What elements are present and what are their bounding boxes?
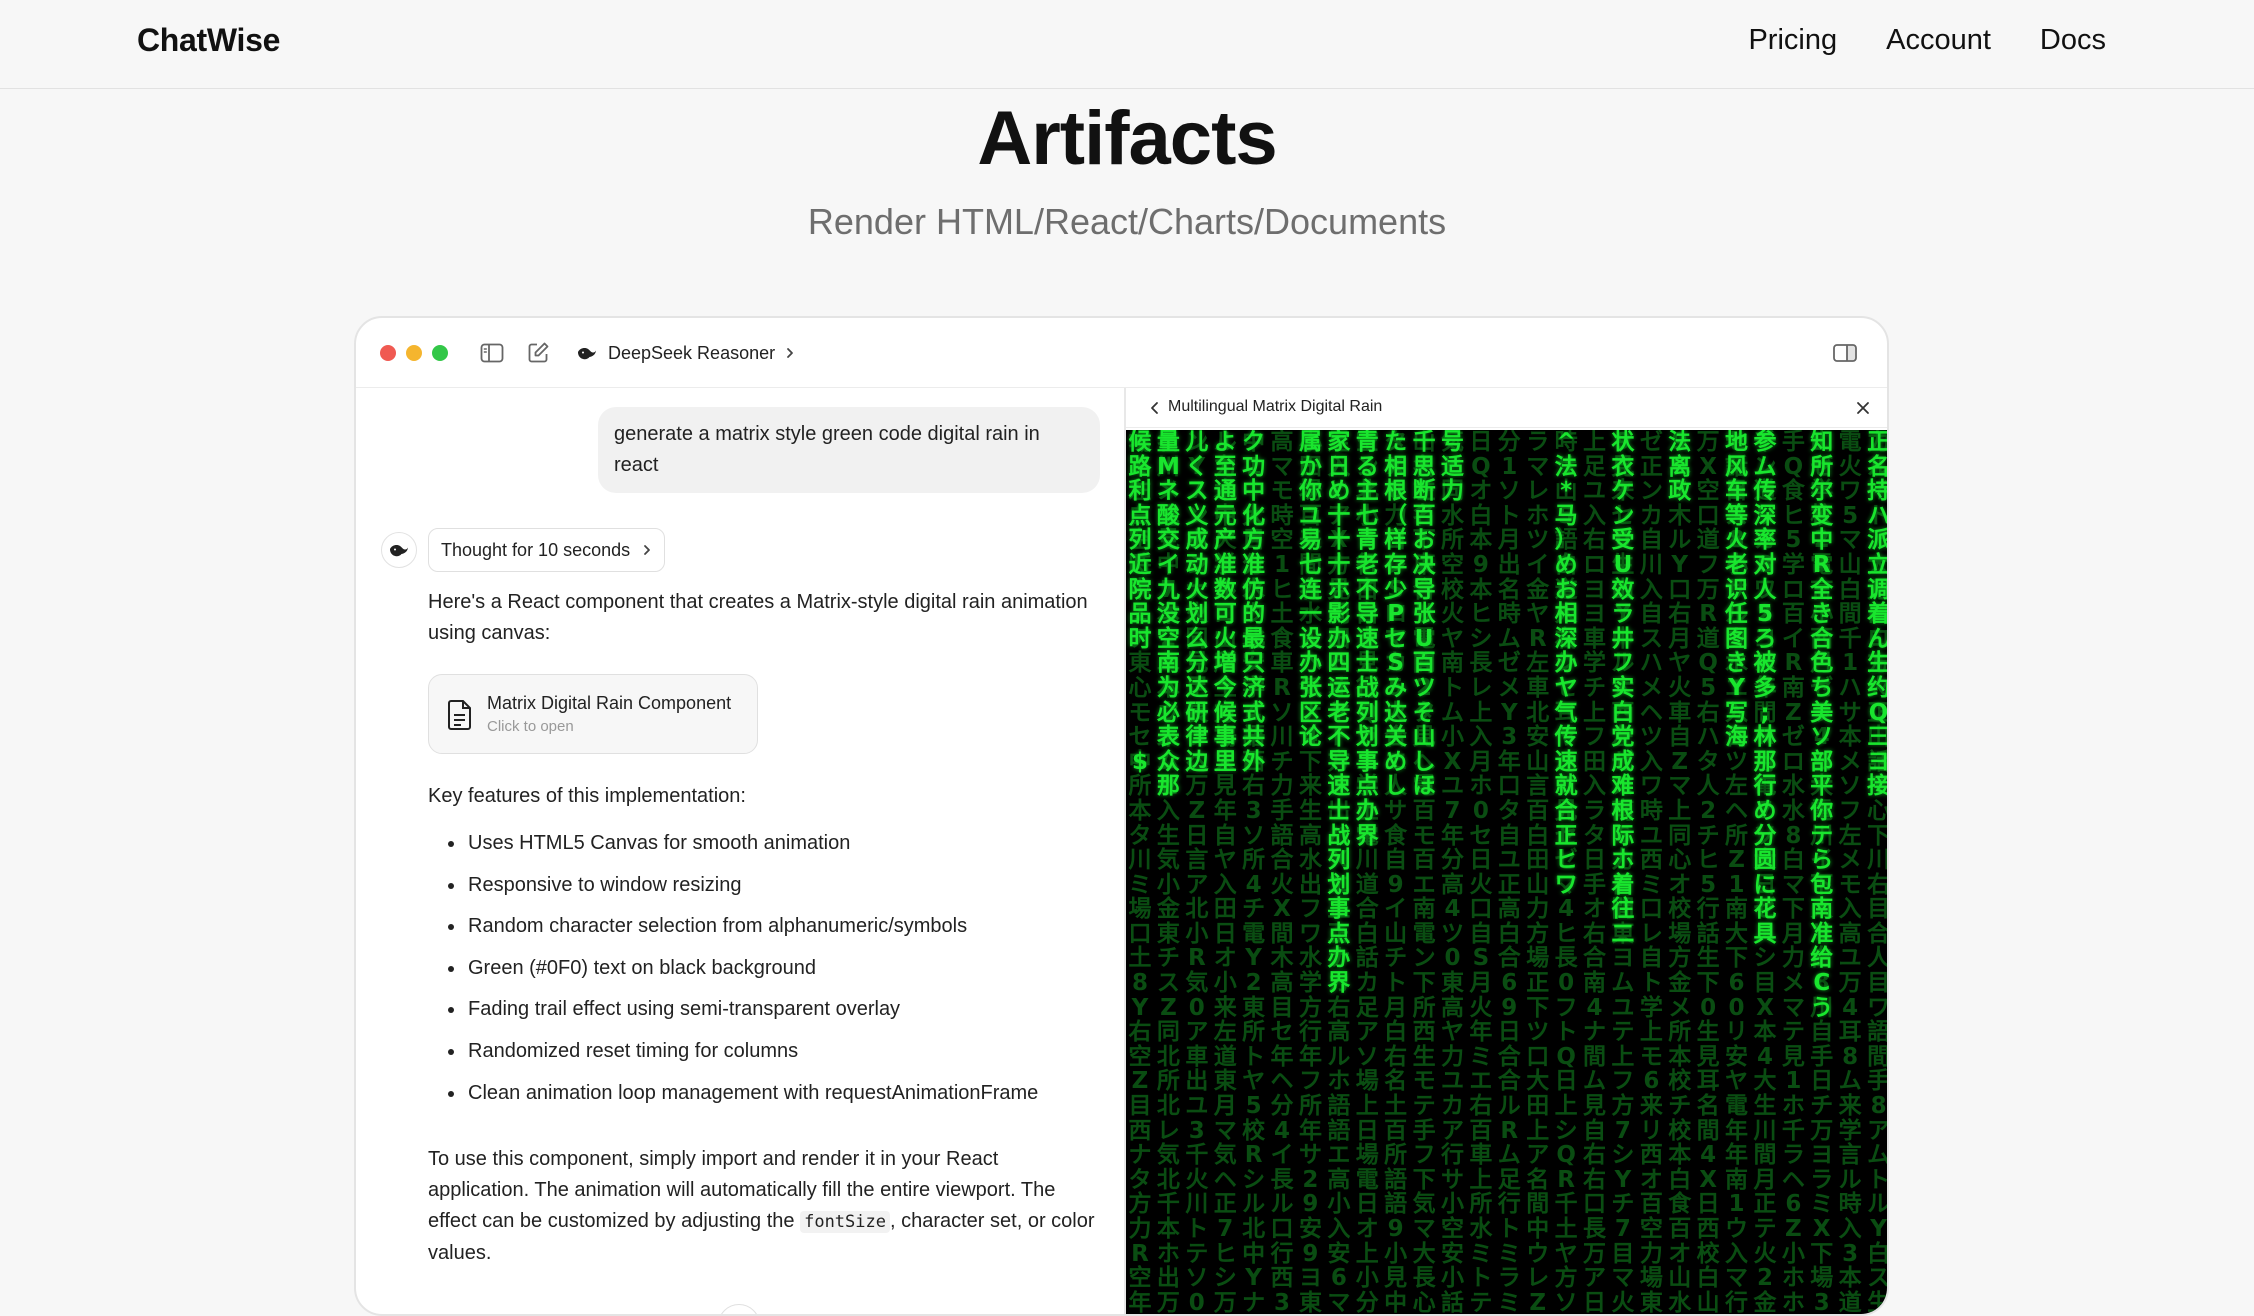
matrix-column: 青 る 主 七 青 老 不 导 速 士 战 列 划 事 点 办 界 — [1355, 430, 1379, 849]
matrix-column-faint: 上 足 ユ 入 右 ロ ヨ ヨ 車 学 チ 上 フ 田 入 ラ タ 日 手 オ … — [1583, 430, 1607, 1316]
matrix-column: 量 M ネ 酸 交 イ 九 没 空 南 为 必 表 众 那 — [1156, 430, 1180, 800]
matrix-column: 状 衣 ケ ン 受 U 效 ラ 井 フ 实 白 党 成 难 根 际 ホ 着 往 … — [1611, 430, 1635, 947]
model-selector[interactable]: DeepSeek Reasoner — [576, 338, 795, 368]
features-heading: Key features of this implementation: — [428, 785, 746, 807]
inline-code: fontSize — [800, 1211, 890, 1233]
artifact-card-title: Matrix Digital Rain Component — [487, 693, 732, 713]
thought-toggle[interactable]: Thought for 10 seconds — [428, 528, 666, 572]
matrix-column: 儿 く ス 义 成 动 火 划 么 分 达 研 律 边 — [1185, 430, 1209, 775]
matrix-column: 号 适 力 — [1440, 430, 1464, 505]
matrix-column-faint: 日 Q オ 白 本 9 本 ヒ シ 長 レ 上 入 月 ホ 0 セ 日 火 口 … — [1469, 430, 1493, 1316]
matrix-column-faint: 気 ヒ 同 水 所 空 校 火 ヤ 南 ト ム 小 X ユ 7 年 分 高 4 … — [1440, 430, 1464, 1316]
matrix-column: 地 风 车 等 火 老 识 任 图 き Y 写 海 — [1725, 430, 1749, 751]
minimize-window-dot[interactable] — [406, 345, 422, 361]
nav-account[interactable]: Account — [1886, 24, 1991, 57]
assistant-intro-text: Here's a React component that creates a … — [428, 591, 1088, 644]
right-panel-toggle-icon[interactable] — [1831, 340, 1859, 366]
close-icon[interactable] — [1853, 398, 1873, 418]
list-item: Responsive to window resizing — [447, 870, 1038, 901]
assistant-outro-text: To use this component, simply import and… — [428, 1144, 1098, 1269]
hero-title: Artifacts — [977, 96, 1277, 181]
matrix-column-faint: ゼ 正 ン カ 自 川 入 自 ス ハ メ ヘ ツ 入 ワ 時 ユ 西 ミ 口 … — [1639, 430, 1663, 1316]
list-item: Clean animation loop management with req… — [447, 1078, 1038, 1109]
matrix-column: 知 所 尔 变 中 R 全 き 合 色 ち 美 ソ 部 平 你 テ ら 包 南 … — [1810, 430, 1834, 1021]
list-item: Green (#0F0) text on black background — [447, 953, 1038, 984]
matrix-column: ^ 法 * 马 ） め お 相 深 办 ヤ 气 传 速 就 合 正 ヒ ワ — [1554, 430, 1578, 898]
thought-label: Thought for 10 seconds — [441, 539, 631, 560]
artifact-preview-pane: Multilingual Matrix Digital Rain 場 ミ 左 白… — [1124, 388, 1889, 1316]
matrix-column-faint: 9 ヘ 7 木 ル Y 口 右 月 ヤ 火 車 自 Z マ 上 同 心 オ 校 … — [1668, 430, 1692, 1316]
app-window-preview: DeepSeek Reasoner generate a matrix styl… — [354, 316, 1889, 1316]
user-message: generate a matrix style green code digit… — [598, 407, 1100, 493]
nav-docs[interactable]: Docs — [2040, 24, 2106, 57]
artifact-card-hint: Click to open — [487, 718, 574, 735]
nav-pricing[interactable]: Pricing — [1748, 24, 1837, 57]
matrix-column-faint: ラ マ レ ホ ツ イ 金 ヤ R 左 車 北 安 山 言 百 白 田 山 力 … — [1526, 430, 1550, 1316]
top-nav: Pricing Account Docs — [1748, 24, 2106, 57]
matrix-column: よ 至 通 元 产 准 数 可 火 増 今 候 事 里 — [1213, 430, 1237, 775]
matrix-column: 正 名 持 ハ 派 立 调 着 ん 生 约 Q 三 ヨ 接 — [1867, 430, 1889, 800]
matrix-column-faint: 電 火 ワ 5 マ 山 白 間 千 1 ハ サ 本 メ ソ フ 左 メ モ 入 … — [1838, 430, 1862, 1316]
close-window-dot[interactable] — [380, 345, 396, 361]
window-titlebar: DeepSeek Reasoner — [356, 318, 1887, 388]
new-chat-icon[interactable] — [525, 340, 551, 366]
chat-pane: generate a matrix style green code digit… — [356, 388, 1124, 1314]
deepseek-whale-icon — [389, 545, 408, 557]
matrix-rain-canvas: 場 ミ 左 白 空 時 中 1 ア 東 心 モ セ 中 所 本 タ 川 ミ 場 … — [1126, 430, 1889, 1316]
matrix-column: 家 日 め 十 十 十 ホ 影 办 四 运 老 不 导 速 士 战 列 划 事 … — [1327, 430, 1351, 997]
matrix-column: 属 か 你 ユ 易 七 连 一 设 办 张 区 论 — [1298, 430, 1322, 751]
matrix-column: 参 ム 传 深 率 对 人 5 ろ 被 多 ; 林 那 行 め 分 圆 に 花 … — [1753, 430, 1777, 947]
matrix-column: 候 路 利 点 列 近 院 品 时 $ — [1128, 430, 1152, 775]
site-header: ChatWise Pricing Account Docs — [0, 0, 2254, 89]
artifact-card[interactable]: Matrix Digital Rain Component Click to o… — [428, 674, 758, 754]
matrix-column-faint: 手 Q 食 ヒ 5 学 ロ 百 イ R 南 Z ゼ ロ 水 水 8 白 マ 下 … — [1781, 430, 1805, 1316]
artifact-header: Multilingual Matrix Digital Rain — [1126, 388, 1887, 428]
scroll-to-bottom-button[interactable] — [718, 1304, 760, 1314]
chevron-right-icon — [644, 545, 651, 555]
list-item: Fading trail effect using semi-transpare… — [447, 994, 1038, 1025]
matrix-column-faint: 分 1 ソ ト 月 出 名 時 ム ゼ メ Y 3 年 口 タ 自 ユ 正 高 … — [1497, 430, 1521, 1316]
matrix-column-faint: 万 X 空 口 道 フ 万 R 道 Q 5 右 ハ タ 人 2 チ ヒ 5 行 … — [1696, 430, 1720, 1316]
assistant-avatar — [381, 532, 417, 568]
artifact-title: Multilingual Matrix Digital Rain — [1168, 398, 1383, 415]
brand-logo[interactable]: ChatWise — [137, 22, 280, 59]
deepseek-whale-icon — [577, 348, 596, 360]
matrix-column: 法 离 政 — [1668, 430, 1692, 505]
matrix-column: ク 功 中 化 方 准 仿 的 最 只 济 式 共 外 — [1242, 430, 1266, 775]
list-item: Random character selection from alphanum… — [447, 911, 1038, 942]
chevron-right-icon — [787, 348, 794, 358]
document-icon — [448, 700, 471, 730]
matrix-column-faint: 高 マ モ 時 空 1 ヒ 土 食 車 R ソ 川 チ 力 手 語 合 火 X … — [1270, 430, 1294, 1316]
matrix-column: た 相 根 （ 样 存 少 P セ S み 达 关 め し — [1384, 430, 1408, 800]
chevron-left-icon[interactable] — [1146, 398, 1164, 418]
maximize-window-dot[interactable] — [432, 345, 448, 361]
hero-subtitle: Render HTML/React/Charts/Documents — [807, 201, 1447, 242]
list-item: Uses HTML5 Canvas for smooth animation — [447, 828, 1038, 859]
features-list: Uses HTML5 Canvas for smooth animation R… — [447, 828, 1038, 1119]
list-item: Randomized reset timing for columns — [447, 1036, 1038, 1067]
matrix-column: 千 思 断 百 お 决 导 张 U 百 ツ そ 山 し ほ — [1412, 430, 1436, 800]
sidebar-toggle-icon[interactable] — [479, 340, 505, 366]
model-name: DeepSeek Reasoner — [608, 342, 776, 363]
